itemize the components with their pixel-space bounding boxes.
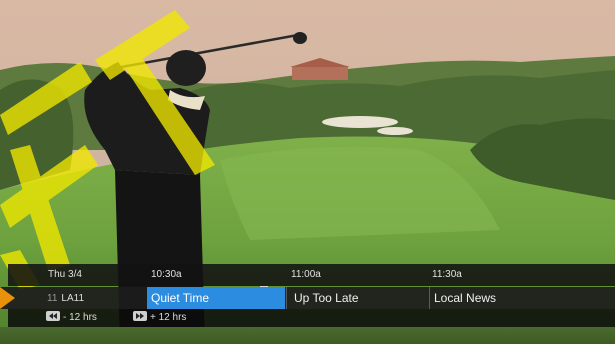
skip-controls-bar (8, 309, 615, 327)
skip-forward-label: + 12 hrs (150, 312, 187, 323)
guide-time-header: Thu 3/4 10:30a 11:00a 11:30a (8, 264, 615, 286)
time-slot-2: 11:00a (291, 269, 321, 280)
time-slot-1: 10:30a (151, 269, 182, 280)
skip-back-button[interactable]: - 12 hrs (46, 311, 97, 324)
guide-date: Thu 3/4 (48, 269, 82, 280)
video-bottom-strip (0, 327, 615, 344)
program-quiet-time[interactable]: Quiet Time (147, 287, 285, 309)
program-local-news[interactable]: Local News (430, 287, 610, 309)
channel-label: 11 LA11 (47, 293, 84, 304)
channel-number: 11 (47, 293, 58, 304)
channel-pointer-icon (0, 287, 15, 309)
fast-forward-key-icon (133, 311, 147, 322)
channel-name: LA11 (61, 293, 85, 304)
program-up-too-late[interactable]: Up Too Late (290, 287, 428, 309)
tv-screen: Thu 3/4 10:30a 11:00a 11:30a 11 LA11 Quie… (0, 0, 615, 344)
time-slot-3: 11:30a (432, 269, 462, 280)
skip-back-label: - 12 hrs (63, 312, 97, 323)
program-divider (286, 287, 287, 309)
rewind-key-icon (46, 311, 60, 322)
skip-forward-button[interactable]: + 12 hrs (133, 311, 187, 324)
